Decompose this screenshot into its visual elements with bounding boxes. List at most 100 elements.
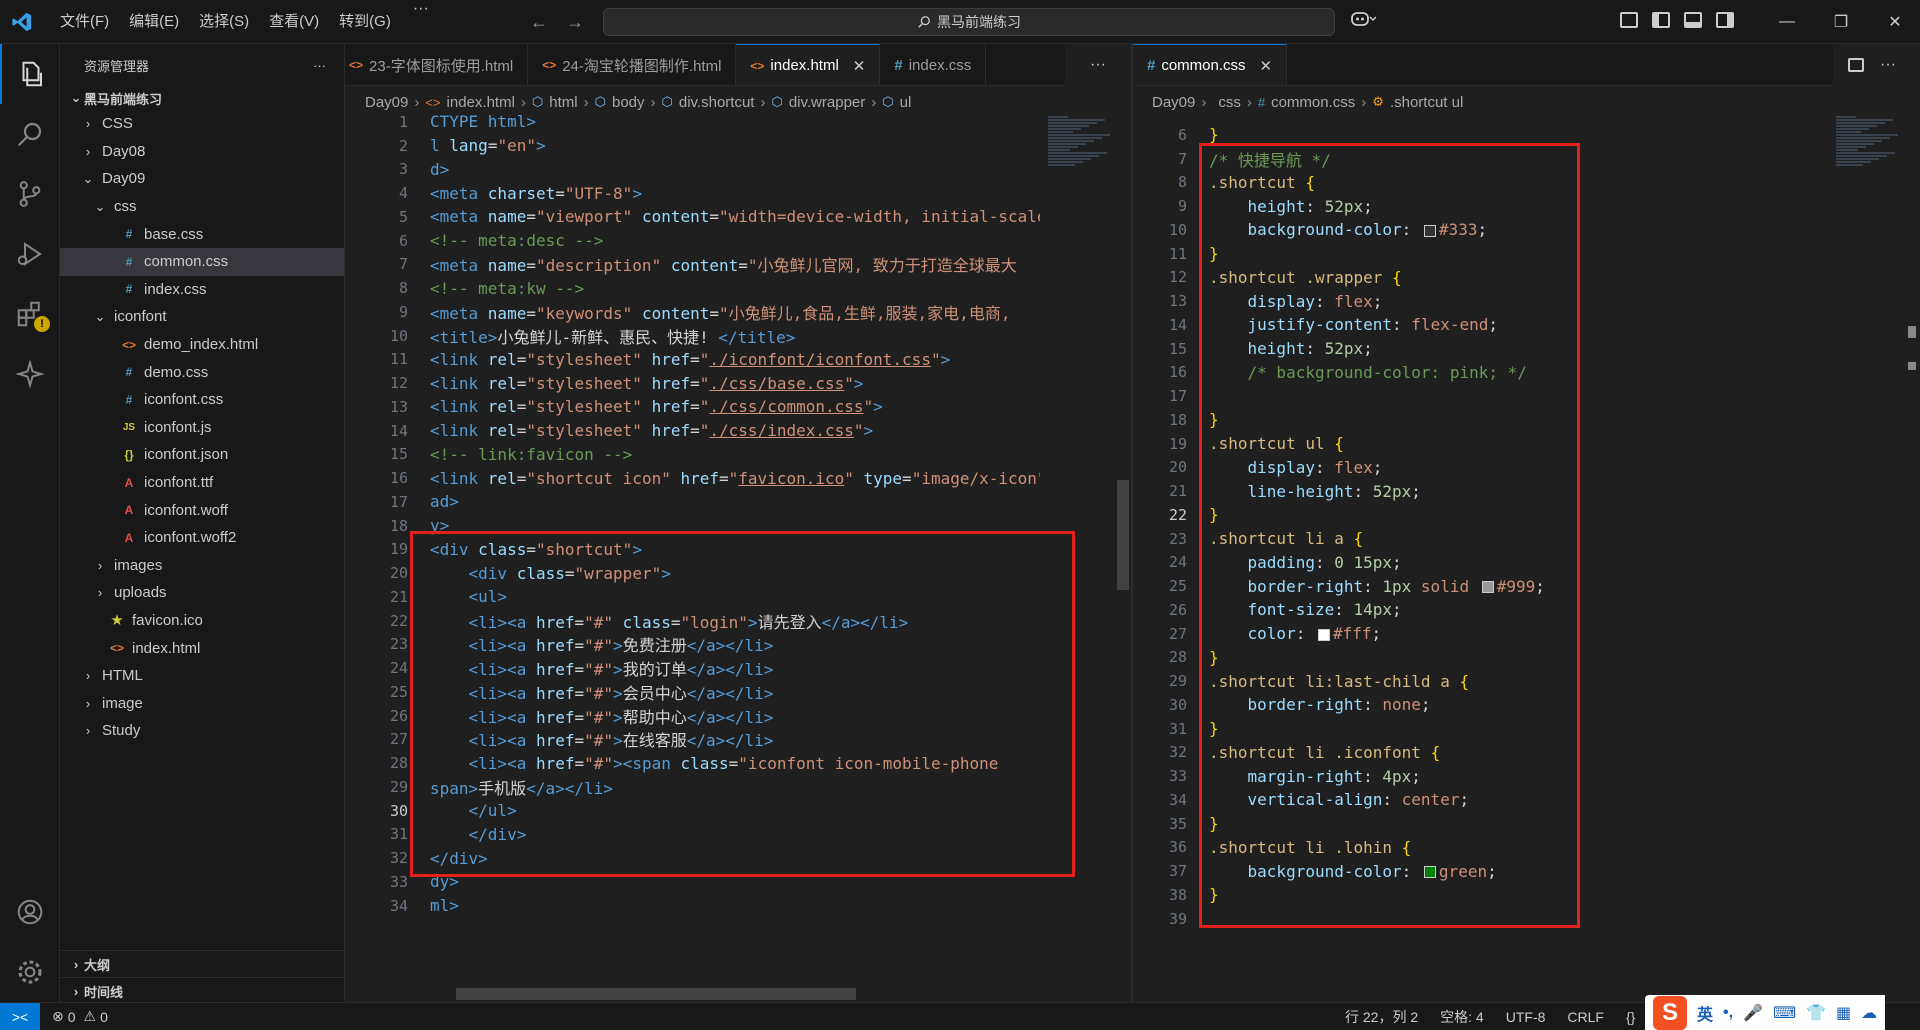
back-arrow-icon[interactable]: ← — [530, 12, 548, 33]
tree-item[interactable]: ⌄ iconfont — [60, 303, 344, 331]
timeline-section[interactable]: › 时间线 — [60, 977, 345, 1004]
accounts-activity[interactable] — [0, 882, 60, 942]
code-line[interactable]: 3 d> — [368, 158, 1040, 182]
code-line[interactable]: 14 <link rel="stylesheet" href="./css/ind… — [368, 419, 1040, 443]
tree-item[interactable]: › images — [60, 552, 344, 580]
tree-item[interactable]: › image — [60, 689, 344, 717]
tree-item[interactable]: Aiconfont.woff — [60, 496, 344, 524]
code-line[interactable]: 10 <title>小兔鲜儿-新鲜、惠民、快捷! </title> — [368, 324, 1040, 348]
menu-view[interactable]: 查看(V) — [259, 0, 329, 44]
breadcrumb-item[interactable]: body — [612, 94, 645, 111]
tree-item[interactable]: › Day08 — [60, 138, 344, 166]
code-line[interactable]: 6 <!-- meta:desc --> — [368, 229, 1040, 253]
breadcrumb-item[interactable]: Day09 — [1152, 94, 1195, 111]
menu-edit[interactable]: 编辑(E) — [119, 0, 189, 44]
tree-item[interactable]: ⌄ Day09 — [60, 165, 344, 193]
tree-item[interactable]: Aiconfont.ttf — [60, 469, 344, 497]
code-line[interactable]: 1 CTYPE html> — [368, 110, 1040, 134]
ime-microphone-icon[interactable]: 🎤 — [1743, 1003, 1763, 1023]
editor-group-divider[interactable] — [1131, 44, 1133, 1002]
breadcrumb-item[interactable]: div.wrapper — [789, 94, 865, 111]
close-tab-icon[interactable]: ✕ — [853, 57, 866, 75]
tree-item[interactable]: ⌄ css — [60, 193, 344, 221]
left-editor-more-button[interactable]: ··· — [1090, 56, 1106, 74]
source-control-activity[interactable] — [0, 164, 60, 224]
search-activity[interactable] — [0, 104, 60, 164]
tree-item[interactable]: {} iconfont.json — [60, 441, 344, 469]
tree-item[interactable]: › uploads — [60, 579, 344, 607]
customize-layout-icon[interactable] — [1620, 12, 1638, 28]
ime-punctuation-icon[interactable]: •, — [1723, 1004, 1733, 1022]
outline-section[interactable]: › 大纲 — [60, 950, 345, 977]
code-line[interactable]: 17 ad> — [368, 490, 1040, 514]
minimize-button[interactable]: — — [1760, 0, 1814, 44]
tree-item[interactable]: # iconfont.css — [60, 386, 344, 414]
tree-item[interactable]: JS iconfont.js — [60, 414, 344, 442]
copilot-activity[interactable] — [0, 344, 60, 404]
run-debug-activity[interactable] — [0, 224, 60, 284]
breadcrumb-item[interactable]: common.css — [1271, 94, 1355, 111]
explorer-more-button[interactable]: ··· — [313, 58, 326, 73]
ime-keyboard-icon[interactable]: ⌨ — [1773, 1003, 1796, 1023]
code-line[interactable]: 2 l lang="en"> — [368, 134, 1040, 158]
language-mode[interactable]: {} — [1626, 1009, 1635, 1025]
editor-tab[interactable]: <> 23-字体图标使用.html — [345, 44, 529, 85]
code-line[interactable]: 9 <meta name="keywords" content="小兔鲜儿,食品,… — [368, 300, 1040, 324]
html-vertical-scrollbar[interactable] — [1117, 480, 1129, 590]
encoding[interactable]: UTF-8 — [1506, 1009, 1546, 1025]
menu-go[interactable]: 转到(G) — [329, 0, 401, 44]
menu-file[interactable]: 文件(F) — [50, 0, 119, 44]
ime-more-icon[interactable]: ☁ — [1861, 1003, 1877, 1023]
tree-item[interactable]: # demo.css — [60, 358, 344, 386]
code-line[interactable]: 15 <!-- link:favicon --> — [368, 443, 1040, 467]
end-of-line[interactable]: CRLF — [1567, 1009, 1604, 1025]
tree-item[interactable]: <> demo_index.html — [60, 331, 344, 359]
menu-selection[interactable]: 选择(S) — [189, 0, 259, 44]
breadcrumb-item[interactable]: div.shortcut — [679, 94, 755, 111]
sogou-ime-logo-icon[interactable]: S — [1653, 996, 1687, 1030]
ime-skin-icon[interactable]: 👕 — [1806, 1003, 1826, 1023]
breadcrumb-item[interactable]: Day09 — [365, 94, 408, 111]
split-editor-icon[interactable] — [1848, 58, 1864, 72]
breadcrumb-item[interactable]: index.html — [447, 94, 515, 111]
tree-item[interactable]: › HTML — [60, 662, 344, 690]
breadcrumb-item[interactable]: html — [549, 94, 577, 111]
code-line[interactable]: 12 <link rel="stylesheet" href="./css/bas… — [368, 371, 1040, 395]
editor-tab[interactable]: # common.css ✕ — [1133, 44, 1288, 85]
editor-tab[interactable]: <> 24-淘宝轮播图制作.html — [528, 44, 737, 85]
command-center-search[interactable]: 黑马前端练习 — [603, 8, 1335, 36]
code-line[interactable]: 11 <link rel="stylesheet" href="./iconfon… — [368, 348, 1040, 372]
tree-item[interactable]: ★ favicon.ico — [60, 607, 344, 635]
editor-tab[interactable]: # index.css — [880, 44, 987, 85]
restore-button[interactable]: ❐ — [1814, 0, 1868, 44]
html-minimap[interactable] — [1048, 115, 1116, 185]
right-editor-more-button[interactable]: ··· — [1880, 56, 1896, 74]
tree-item[interactable]: # base.css — [60, 220, 344, 248]
code-line[interactable]: 5 <meta name="viewport" content="width=de… — [368, 205, 1040, 229]
tree-item[interactable]: <> index.html — [60, 634, 344, 662]
toggle-panel-icon[interactable] — [1684, 12, 1702, 28]
toggle-primary-sidebar-icon[interactable] — [1652, 12, 1670, 28]
html-horizontal-scrollbar[interactable] — [456, 988, 856, 1000]
ime-toolbox-icon[interactable]: ▦ — [1836, 1003, 1851, 1023]
tree-item[interactable]: # index.css — [60, 276, 344, 304]
code-line[interactable]: 34 ml> — [368, 894, 1040, 918]
breadcrumb-item[interactable]: .shortcut ul — [1390, 94, 1463, 111]
breadcrumb-item[interactable]: ul — [900, 94, 912, 111]
toggle-secondary-sidebar-icon[interactable] — [1716, 12, 1734, 28]
breadcrumb-item[interactable]: css — [1218, 94, 1241, 111]
ime-language-toggle[interactable]: 英 — [1697, 1001, 1713, 1025]
code-line[interactable]: 8 <!-- meta:kw --> — [368, 276, 1040, 300]
workspace-root[interactable]: ⌄ 黑马前端练习 — [60, 86, 344, 110]
code-line[interactable]: 7 <meta name="description" content="小兔鲜儿官… — [368, 253, 1040, 277]
cursor-position[interactable]: 行 22，列 2 — [1345, 1007, 1418, 1027]
close-tab-icon[interactable]: ✕ — [1260, 57, 1273, 75]
tree-item[interactable]: › Study — [60, 717, 344, 745]
code-line[interactable]: 13 <link rel="stylesheet" href="./css/com… — [368, 395, 1040, 419]
code-line[interactable]: 4 <meta charset="UTF-8"> — [368, 181, 1040, 205]
forward-arrow-icon[interactable]: → — [566, 12, 584, 33]
explorer-activity[interactable] — [0, 44, 60, 104]
tree-item[interactable]: # common.css — [60, 247, 344, 276]
code-line[interactable]: 16 <link rel="shortcut icon" href="favico… — [368, 466, 1040, 490]
tree-item[interactable]: Aiconfont.woff2 — [60, 524, 344, 552]
